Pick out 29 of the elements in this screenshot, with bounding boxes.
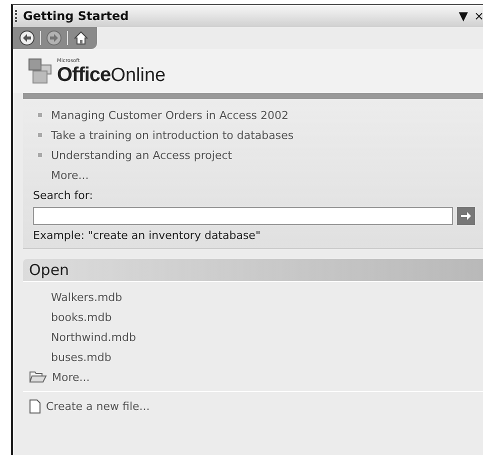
arrow-icon [460, 210, 472, 222]
help-link[interactable]: Take a training on introduction to databases [51, 128, 294, 142]
create-file-link[interactable]: Create a new file... [46, 400, 150, 412]
document-icon [29, 398, 41, 414]
logo-name: Office [57, 64, 111, 87]
search-label: Search for: [33, 189, 94, 204]
pane-title: Getting Started [23, 9, 130, 23]
file-link[interactable]: Walkers.mdb [51, 290, 122, 304]
go-button[interactable] [457, 207, 475, 225]
file-link[interactable]: books.mdb [51, 310, 112, 324]
file-link[interactable]: buses.mdb [51, 350, 112, 364]
more-files-link[interactable]: More... [52, 370, 90, 384]
logo-suffix: Online [110, 65, 166, 87]
search-example: Example: "create an inventory database" [33, 229, 262, 242]
bullet-icon [38, 133, 42, 137]
bullet-icon [38, 153, 42, 157]
back-icon[interactable] [19, 30, 35, 46]
home-icon[interactable] [73, 30, 89, 46]
section-header: Open [23, 259, 483, 282]
file-link[interactable]: Northwind.mdb [51, 330, 136, 344]
help-link[interactable]: Understanding an Access project [51, 148, 232, 162]
folder-icon [29, 370, 47, 384]
search-field[interactable] [33, 207, 453, 225]
more-link[interactable]: More... [51, 168, 89, 182]
close-button[interactable]: × [470, 9, 483, 23]
help-link[interactable]: Managing Customer Orders in Access 2002 [51, 108, 289, 122]
dropdown-button[interactable]: ▼ [456, 9, 471, 23]
bullet-icon [38, 113, 42, 117]
grip-icon [15, 10, 19, 22]
